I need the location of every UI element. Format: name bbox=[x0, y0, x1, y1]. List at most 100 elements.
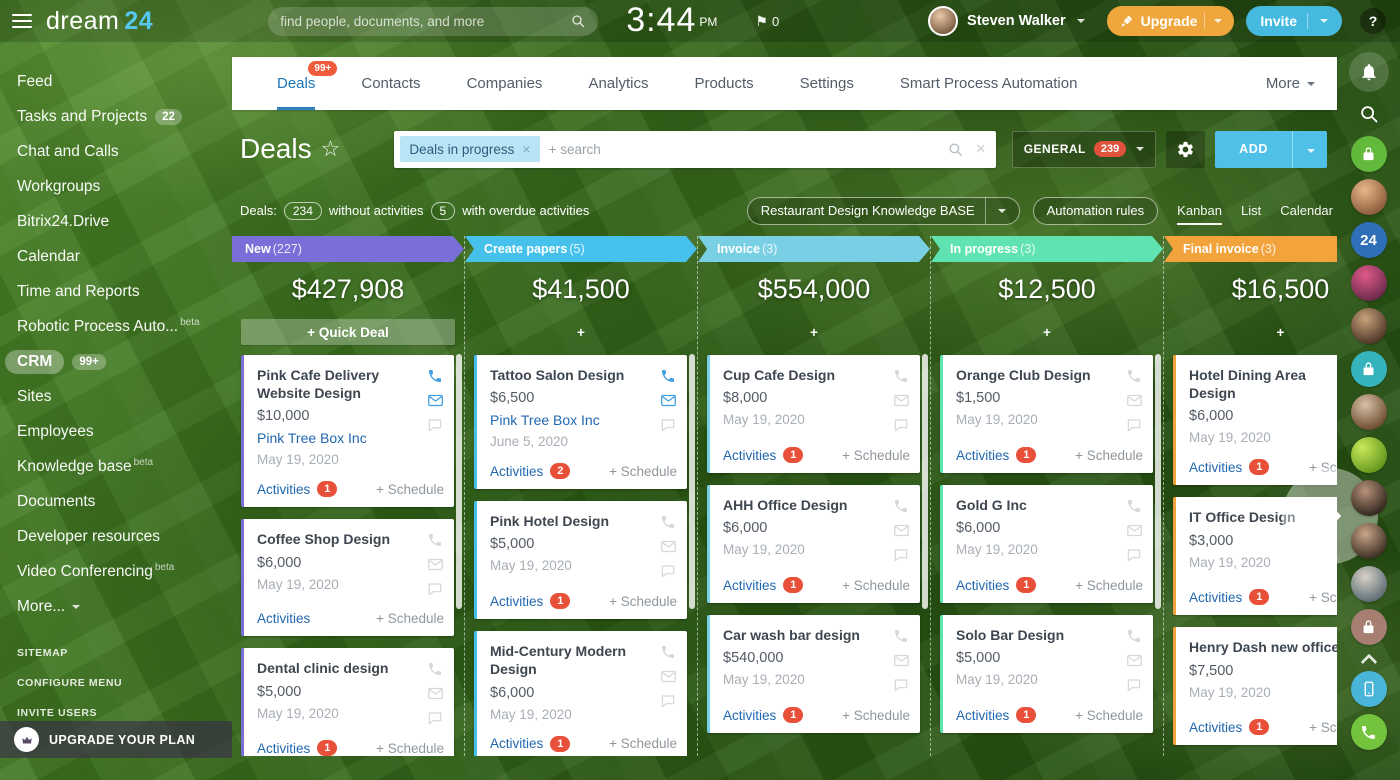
comment-icon[interactable] bbox=[1126, 547, 1143, 563]
column-scrollbar[interactable] bbox=[689, 354, 695, 609]
company-link[interactable]: Pink Tree Box Inc bbox=[490, 412, 654, 428]
lock-icon-brown[interactable] bbox=[1351, 609, 1387, 645]
phone-icon[interactable] bbox=[427, 532, 444, 548]
mobile-app-icon[interactable] bbox=[1351, 671, 1387, 707]
quick-deal-button[interactable]: + bbox=[940, 319, 1154, 345]
deal-title[interactable]: Hotel Dining Area Design bbox=[1189, 366, 1337, 402]
sidebar-item[interactable]: Sites bbox=[17, 379, 232, 414]
schedule-link[interactable]: + Schedule bbox=[1075, 578, 1143, 593]
rail-search-icon[interactable] bbox=[1354, 99, 1384, 129]
schedule-link[interactable]: + Schedule bbox=[842, 448, 910, 463]
sidebar-item[interactable]: Video Conferencing beta bbox=[17, 554, 232, 589]
deal-title[interactable]: Car wash bar design bbox=[723, 626, 887, 644]
crm-tab[interactable]: Products bbox=[694, 57, 753, 110]
deal-card[interactable]: Hotel Dining Area Design $6,000 May 19, … bbox=[1173, 355, 1337, 485]
call-phone-icon[interactable] bbox=[1351, 714, 1387, 750]
deal-title[interactable]: Henry Dash new office bbox=[1189, 638, 1337, 656]
settings-gear-button[interactable] bbox=[1166, 131, 1205, 168]
deal-title[interactable]: Gold G Inc bbox=[956, 496, 1120, 514]
deal-title[interactable]: Pink Hotel Design bbox=[490, 512, 654, 530]
avatar[interactable] bbox=[1351, 308, 1387, 344]
crm-tab[interactable]: Contacts bbox=[361, 57, 420, 110]
deal-card[interactable]: AHH Office Design $6,000 May 19, 2020 Ac… bbox=[707, 485, 920, 603]
comment-icon[interactable] bbox=[893, 547, 910, 563]
phone-icon[interactable] bbox=[660, 644, 677, 660]
comment-icon[interactable] bbox=[660, 563, 677, 579]
sidebar-item[interactable]: Tasks and Projects 22 bbox=[17, 99, 232, 134]
crm-tab[interactable]: Companies bbox=[467, 57, 543, 110]
comment-icon[interactable] bbox=[427, 417, 444, 433]
without-activities-count[interactable]: 234 bbox=[284, 202, 322, 220]
bitrix24-badge[interactable]: 24 bbox=[1351, 222, 1387, 258]
deal-card[interactable]: Pink Hotel Design $5,000 May 19, 2020 Ac… bbox=[474, 501, 687, 619]
deal-title[interactable]: Coffee Shop Design bbox=[257, 530, 421, 548]
flag-counter[interactable]: ⚑0 bbox=[755, 13, 779, 30]
phone-icon[interactable] bbox=[893, 498, 910, 514]
deal-title[interactable]: Pink Cafe Delivery Website Design bbox=[257, 366, 421, 402]
column-scrollbar[interactable] bbox=[456, 354, 462, 609]
lock-icon-green[interactable] bbox=[1351, 136, 1387, 172]
sidebar-item[interactable]: Developer resources bbox=[17, 519, 232, 554]
kanban-column-header[interactable]: In progress(3) bbox=[931, 236, 1163, 262]
deal-card[interactable]: Dental clinic design $5,000 May 19, 2020… bbox=[241, 648, 454, 756]
activities-link[interactable]: Activities 1 bbox=[723, 447, 803, 463]
avatar[interactable] bbox=[1351, 523, 1387, 559]
comment-icon[interactable] bbox=[893, 677, 910, 693]
schedule-link[interactable]: + Schedule bbox=[376, 482, 444, 497]
deal-card[interactable]: Solo Bar Design $5,000 May 19, 2020 Acti… bbox=[940, 615, 1153, 733]
knowledge-base-button[interactable]: Restaurant Design Knowledge BASE bbox=[747, 197, 1020, 225]
deal-title[interactable]: Mid-Century Modern Design bbox=[490, 642, 654, 678]
schedule-link[interactable]: + Schedule bbox=[609, 736, 677, 751]
sidebar-item[interactable]: Employees bbox=[17, 414, 232, 449]
phone-icon[interactable] bbox=[660, 514, 677, 530]
comment-icon[interactable] bbox=[660, 417, 677, 433]
automation-rules-button[interactable]: Automation rules bbox=[1033, 197, 1159, 225]
sidebar-item[interactable]: Knowledge base beta bbox=[17, 449, 232, 484]
comment-icon[interactable] bbox=[660, 693, 677, 709]
email-icon[interactable] bbox=[427, 685, 444, 702]
email-icon[interactable] bbox=[893, 392, 910, 409]
add-dropdown[interactable] bbox=[1293, 140, 1327, 158]
notifications-bell-icon[interactable] bbox=[1349, 52, 1389, 92]
deal-title[interactable]: Solo Bar Design bbox=[956, 626, 1120, 644]
quick-deal-button[interactable]: + Quick Deal bbox=[241, 319, 455, 345]
schedule-link[interactable]: + Schedule bbox=[842, 578, 910, 593]
help-button[interactable]: ? bbox=[1360, 8, 1386, 34]
schedule-link[interactable]: + Schedule bbox=[1309, 590, 1337, 605]
deal-card[interactable]: Mid-Century Modern Design $6,000 May 19,… bbox=[474, 631, 687, 756]
user-avatar[interactable] bbox=[928, 6, 958, 36]
phone-icon[interactable] bbox=[1126, 628, 1143, 644]
overdue-activities-count[interactable]: 5 bbox=[431, 202, 456, 220]
kanban-column-header[interactable]: Final invoice(3) bbox=[1164, 236, 1337, 262]
general-funnel-button[interactable]: GENERAL 239 bbox=[1012, 131, 1157, 168]
activities-link[interactable]: Activities 1 bbox=[1189, 459, 1269, 475]
deal-title[interactable]: Dental clinic design bbox=[257, 659, 421, 677]
email-icon[interactable] bbox=[1126, 522, 1143, 539]
comment-icon[interactable] bbox=[1126, 417, 1143, 433]
quick-deal-button[interactable]: + bbox=[474, 319, 688, 345]
column-scrollbar[interactable] bbox=[1155, 354, 1161, 609]
deal-card[interactable]: Gold G Inc $6,000 May 19, 2020 Activitie… bbox=[940, 485, 1153, 603]
phone-icon[interactable] bbox=[427, 368, 444, 384]
crm-tab[interactable]: More bbox=[1266, 57, 1315, 110]
avatar[interactable] bbox=[1351, 480, 1387, 516]
sidebar-link-sitemap[interactable]: SITEMAP bbox=[17, 638, 232, 668]
filter-chip[interactable]: Deals in progress × bbox=[400, 136, 539, 162]
email-icon[interactable] bbox=[893, 652, 910, 669]
schedule-link[interactable]: + Schedule bbox=[609, 464, 677, 479]
schedule-link[interactable]: + Schedule bbox=[1075, 708, 1143, 723]
upgrade-plan-banner[interactable]: UPGRADE YOUR PLAN bbox=[0, 721, 232, 758]
schedule-link[interactable]: + Schedule bbox=[1075, 448, 1143, 463]
activities-link[interactable]: Activities 2 bbox=[490, 463, 570, 479]
email-icon[interactable] bbox=[427, 392, 444, 409]
quick-deal-button[interactable]: + bbox=[707, 319, 921, 345]
activities-link[interactable]: Activities 1 bbox=[956, 577, 1036, 593]
sidebar-item[interactable]: Workgroups bbox=[17, 169, 232, 204]
favorite-star-icon[interactable]: ☆ bbox=[321, 136, 341, 162]
kanban-column-header[interactable]: New(227) bbox=[232, 236, 464, 262]
activities-link[interactable]: Activities 1 bbox=[490, 736, 570, 752]
deal-card[interactable]: Orange Club Design $1,500 May 19, 2020 A… bbox=[940, 355, 1153, 473]
email-icon[interactable] bbox=[660, 668, 677, 685]
deal-card[interactable]: Cup Cafe Design $8,000 May 19, 2020 Acti… bbox=[707, 355, 920, 473]
kanban-column-header[interactable]: Invoice(3) bbox=[698, 236, 930, 262]
